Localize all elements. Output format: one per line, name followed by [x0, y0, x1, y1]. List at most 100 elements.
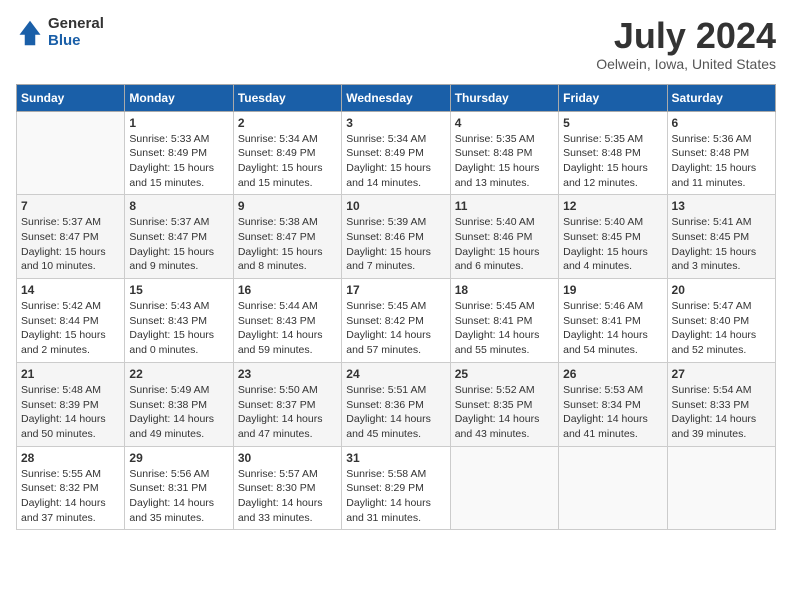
calendar-cell: [667, 446, 775, 530]
weekday-header-sunday: Sunday: [17, 84, 125, 111]
day-info: Sunrise: 5:45 AMSunset: 8:42 PMDaylight:…: [346, 299, 445, 358]
day-info: Sunrise: 5:39 AMSunset: 8:46 PMDaylight:…: [346, 215, 445, 274]
day-number: 8: [129, 199, 228, 213]
day-info: Sunrise: 5:40 AMSunset: 8:46 PMDaylight:…: [455, 215, 554, 274]
day-number: 21: [21, 367, 120, 381]
weekday-header-row: SundayMondayTuesdayWednesdayThursdayFrid…: [17, 84, 776, 111]
day-number: 1: [129, 116, 228, 130]
calendar-cell: [559, 446, 667, 530]
calendar-week-1: 1 Sunrise: 5:33 AMSunset: 8:49 PMDaylight…: [17, 111, 776, 195]
calendar-cell: 11 Sunrise: 5:40 AMSunset: 8:46 PMDayligh…: [450, 195, 558, 279]
calendar-cell: 22 Sunrise: 5:49 AMSunset: 8:38 PMDayligh…: [125, 362, 233, 446]
calendar-cell: 9 Sunrise: 5:38 AMSunset: 8:47 PMDaylight…: [233, 195, 341, 279]
weekday-header-wednesday: Wednesday: [342, 84, 450, 111]
day-info: Sunrise: 5:56 AMSunset: 8:31 PMDaylight:…: [129, 467, 228, 526]
day-number: 20: [672, 283, 771, 297]
day-number: 4: [455, 116, 554, 130]
day-info: Sunrise: 5:40 AMSunset: 8:45 PMDaylight:…: [563, 215, 662, 274]
logo-text: General Blue: [48, 16, 104, 49]
day-number: 27: [672, 367, 771, 381]
calendar-cell: 28 Sunrise: 5:55 AMSunset: 8:32 PMDayligh…: [17, 446, 125, 530]
day-number: 14: [21, 283, 120, 297]
day-number: 31: [346, 451, 445, 465]
calendar-week-2: 7Sunrise: 5:37 AMSunset: 8:47 PMDaylight…: [17, 195, 776, 279]
day-info: Sunrise: 5:52 AMSunset: 8:35 PMDaylight:…: [455, 383, 554, 442]
logo-general: General: [48, 16, 104, 33]
subtitle: Oelwein, Iowa, United States: [596, 56, 776, 72]
logo: General Blue: [16, 16, 104, 49]
day-number: 19: [563, 283, 662, 297]
day-number: 10: [346, 199, 445, 213]
calendar-cell: 7Sunrise: 5:37 AMSunset: 8:47 PMDaylight…: [17, 195, 125, 279]
day-number: 12: [563, 199, 662, 213]
day-info: Sunrise: 5:50 AMSunset: 8:37 PMDaylight:…: [238, 383, 337, 442]
day-info: Sunrise: 5:38 AMSunset: 8:47 PMDaylight:…: [238, 215, 337, 274]
day-number: 5: [563, 116, 662, 130]
day-info: Sunrise: 5:33 AMSunset: 8:49 PMDaylight:…: [129, 132, 228, 191]
calendar-cell: 12 Sunrise: 5:40 AMSunset: 8:45 PMDayligh…: [559, 195, 667, 279]
calendar-cell: 16Sunrise: 5:44 AMSunset: 8:43 PMDayligh…: [233, 279, 341, 363]
calendar-cell: 4 Sunrise: 5:35 AMSunset: 8:48 PMDaylight…: [450, 111, 558, 195]
calendar-cell: 17 Sunrise: 5:45 AMSunset: 8:42 PMDayligh…: [342, 279, 450, 363]
weekday-header-friday: Friday: [559, 84, 667, 111]
calendar-cell: 18 Sunrise: 5:45 AMSunset: 8:41 PMDayligh…: [450, 279, 558, 363]
day-number: 30: [238, 451, 337, 465]
day-number: 6: [672, 116, 771, 130]
weekday-header-thursday: Thursday: [450, 84, 558, 111]
day-info: Sunrise: 5:35 AMSunset: 8:48 PMDaylight:…: [455, 132, 554, 191]
calendar-cell: 13 Sunrise: 5:41 AMSunset: 8:45 PMDayligh…: [667, 195, 775, 279]
day-number: 26: [563, 367, 662, 381]
day-info: Sunrise: 5:55 AMSunset: 8:32 PMDaylight:…: [21, 467, 120, 526]
day-number: 13: [672, 199, 771, 213]
calendar-cell: 19 Sunrise: 5:46 AMSunset: 8:41 PMDayligh…: [559, 279, 667, 363]
calendar-cell: 29Sunrise: 5:56 AMSunset: 8:31 PMDayligh…: [125, 446, 233, 530]
day-info: Sunrise: 5:49 AMSunset: 8:38 PMDaylight:…: [129, 383, 228, 442]
day-info: Sunrise: 5:46 AMSunset: 8:41 PMDaylight:…: [563, 299, 662, 358]
calendar-cell: 15Sunrise: 5:43 AMSunset: 8:43 PMDayligh…: [125, 279, 233, 363]
weekday-header-tuesday: Tuesday: [233, 84, 341, 111]
calendar-cell: 25 Sunrise: 5:52 AMSunset: 8:35 PMDayligh…: [450, 362, 558, 446]
day-info: Sunrise: 5:34 AMSunset: 8:49 PMDaylight:…: [346, 132, 445, 191]
day-info: Sunrise: 5:37 AMSunset: 8:47 PMDaylight:…: [129, 215, 228, 274]
logo-icon: [16, 19, 44, 47]
calendar-cell: 31 Sunrise: 5:58 AMSunset: 8:29 PMDayligh…: [342, 446, 450, 530]
logo-blue: Blue: [48, 33, 104, 50]
day-info: Sunrise: 5:57 AMSunset: 8:30 PMDaylight:…: [238, 467, 337, 526]
day-number: 11: [455, 199, 554, 213]
page-header: General Blue July 2024 Oelwein, Iowa, Un…: [16, 16, 776, 72]
day-number: 28: [21, 451, 120, 465]
weekday-header-saturday: Saturday: [667, 84, 775, 111]
day-number: 16: [238, 283, 337, 297]
day-info: Sunrise: 5:45 AMSunset: 8:41 PMDaylight:…: [455, 299, 554, 358]
calendar-cell: 20Sunrise: 5:47 AMSunset: 8:40 PMDayligh…: [667, 279, 775, 363]
calendar-cell: 30 Sunrise: 5:57 AMSunset: 8:30 PMDayligh…: [233, 446, 341, 530]
calendar-cell: 2 Sunrise: 5:34 AMSunset: 8:49 PMDaylight…: [233, 111, 341, 195]
calendar-cell: 23 Sunrise: 5:50 AMSunset: 8:37 PMDayligh…: [233, 362, 341, 446]
calendar-cell: 26Sunrise: 5:53 AMSunset: 8:34 PMDayligh…: [559, 362, 667, 446]
day-number: 22: [129, 367, 228, 381]
day-info: Sunrise: 5:58 AMSunset: 8:29 PMDaylight:…: [346, 467, 445, 526]
day-info: Sunrise: 5:36 AMSunset: 8:48 PMDaylight:…: [672, 132, 771, 191]
calendar-cell: 3 Sunrise: 5:34 AMSunset: 8:49 PMDaylight…: [342, 111, 450, 195]
calendar-cell: 14Sunrise: 5:42 AMSunset: 8:44 PMDayligh…: [17, 279, 125, 363]
calendar-cell: [17, 111, 125, 195]
calendar-week-3: 14Sunrise: 5:42 AMSunset: 8:44 PMDayligh…: [17, 279, 776, 363]
day-info: Sunrise: 5:54 AMSunset: 8:33 PMDaylight:…: [672, 383, 771, 442]
day-number: 2: [238, 116, 337, 130]
day-number: 23: [238, 367, 337, 381]
day-number: 25: [455, 367, 554, 381]
day-number: 18: [455, 283, 554, 297]
day-number: 17: [346, 283, 445, 297]
day-number: 24: [346, 367, 445, 381]
main-title: July 2024: [596, 16, 776, 56]
calendar-week-5: 28 Sunrise: 5:55 AMSunset: 8:32 PMDayligh…: [17, 446, 776, 530]
day-number: 3: [346, 116, 445, 130]
title-block: July 2024 Oelwein, Iowa, United States: [596, 16, 776, 72]
calendar-cell: [450, 446, 558, 530]
day-number: 9: [238, 199, 337, 213]
day-info: Sunrise: 5:34 AMSunset: 8:49 PMDaylight:…: [238, 132, 337, 191]
day-info: Sunrise: 5:41 AMSunset: 8:45 PMDaylight:…: [672, 215, 771, 274]
weekday-header-monday: Monday: [125, 84, 233, 111]
day-info: Sunrise: 5:37 AMSunset: 8:47 PMDaylight:…: [21, 215, 120, 274]
calendar-cell: 21Sunrise: 5:48 AMSunset: 8:39 PMDayligh…: [17, 362, 125, 446]
